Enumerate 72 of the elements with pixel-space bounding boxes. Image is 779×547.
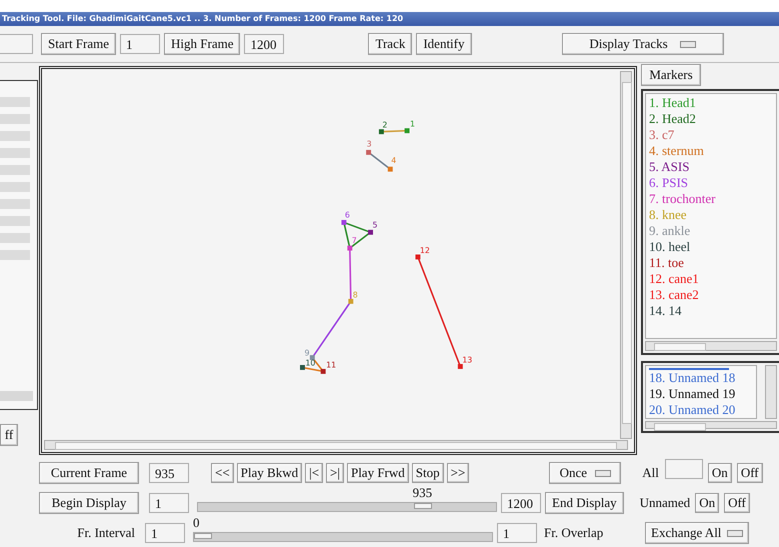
marker-label: 13 <box>462 356 472 365</box>
playback-button[interactable]: << <box>211 463 234 483</box>
slider-thumb[interactable] <box>194 533 212 539</box>
end-display-field[interactable]: 1200 <box>501 493 541 513</box>
playback-button[interactable]: Play Bkwd <box>236 463 302 483</box>
current-frame-field[interactable]: 935 <box>149 463 189 483</box>
on-button[interactable]: On <box>695 493 720 513</box>
slider-thumb[interactable] <box>414 503 432 509</box>
marker-list-item[interactable]: 19. Unnamed 19 <box>649 386 753 402</box>
overlap-field[interactable]: 1 <box>497 523 537 543</box>
marker-list-item[interactable]: 13. cane2 <box>649 287 773 303</box>
marker-label: 10 <box>305 358 316 368</box>
marker-list-item[interactable]: 7. trochonter <box>649 191 773 207</box>
playback-button[interactable]: |< <box>305 463 324 483</box>
marker-list-item[interactable]: 3. c7 <box>649 127 773 143</box>
all-field[interactable] <box>664 459 703 479</box>
overlap-label: Fr. Overlap <box>544 525 604 541</box>
marker-list-item[interactable]: 2. Head2 <box>649 111 773 127</box>
unnamed-label: Unnamed <box>640 495 690 511</box>
marker-label: 4 <box>391 156 396 166</box>
scrollbar[interactable] <box>620 71 632 439</box>
marker-list-item[interactable]: 10. heel <box>649 239 773 255</box>
marker-list-item[interactable]: 6. PSIS <box>649 175 773 191</box>
slider-value: 0 <box>193 516 200 530</box>
marker-label: 11 <box>326 360 336 370</box>
off-button[interactable]: Off <box>736 463 763 483</box>
display-tracks-dropdown[interactable]: Display Tracks <box>562 33 724 55</box>
high-frame-field[interactable]: 1200 <box>244 34 284 54</box>
scrollbar[interactable] <box>645 421 777 429</box>
on-button[interactable]: On <box>708 463 732 483</box>
begin-display-field[interactable]: 1 <box>149 493 189 513</box>
marker-list-item[interactable]: 11. toe <box>649 255 773 271</box>
marker-label: 1 <box>410 120 416 129</box>
marker-list-item[interactable]: 5. ASIS <box>649 159 773 175</box>
loop-dropdown[interactable]: Once <box>549 462 622 484</box>
marker-label: 5 <box>372 220 378 230</box>
playback-button[interactable]: Play Frwd <box>346 463 409 483</box>
scrollbar[interactable] <box>645 341 777 351</box>
marker-label: 3 <box>366 139 372 148</box>
begin-display-button[interactable]: Begin Display <box>39 492 139 514</box>
input-field[interactable] <box>0 34 33 54</box>
scrollbar[interactable] <box>765 365 777 419</box>
marker-label: 9 <box>304 348 310 358</box>
current-frame-button[interactable]: Current Frame <box>39 462 139 484</box>
off-button[interactable]: ff <box>0 424 18 446</box>
interval-label: Fr. Interval <box>76 525 135 541</box>
marker-label: 12 <box>420 246 430 256</box>
high-frame-button[interactable]: High Frame <box>164 33 240 55</box>
identify-button[interactable]: Identify <box>416 33 472 55</box>
playback-button[interactable]: >| <box>326 463 344 483</box>
exchange-dropdown[interactable]: Exchange All <box>645 522 750 544</box>
marker-label: 8 <box>352 290 358 300</box>
slider-value: 935 <box>412 486 432 500</box>
off-button[interactable]: Off <box>724 493 750 513</box>
marker-label: 7 <box>352 236 357 246</box>
marker-list-item[interactable]: 14. 14 <box>649 303 773 319</box>
marker-list-item[interactable]: 12. cane1 <box>649 271 773 287</box>
all-label: All <box>642 465 659 481</box>
markers-button[interactable]: Markers <box>641 64 701 86</box>
window-title: Tracking Tool. File: GhadimiGaitCane5.vc1 .. 3. Number of Frames: 1200 Frame Rate: 120 <box>0 12 779 26</box>
marker-label: 2 <box>382 120 388 130</box>
marker-label: 6 <box>344 210 350 220</box>
track-button[interactable]: Track <box>368 33 412 55</box>
interval-field[interactable]: 1 <box>145 523 185 543</box>
start-frame-field[interactable]: 1 <box>120 34 160 54</box>
playback-button[interactable]: Stop <box>412 463 444 483</box>
scrollbar[interactable] <box>44 440 628 450</box>
marker-list-item[interactable]: 20. Unnamed 20 <box>649 402 753 418</box>
marker-list-item[interactable]: 18. Unnamed 18 <box>649 370 753 386</box>
start-frame-button[interactable]: Start Frame <box>41 33 116 55</box>
end-display-button[interactable]: End Display <box>545 492 624 514</box>
playback-button[interactable]: >> <box>446 463 470 483</box>
